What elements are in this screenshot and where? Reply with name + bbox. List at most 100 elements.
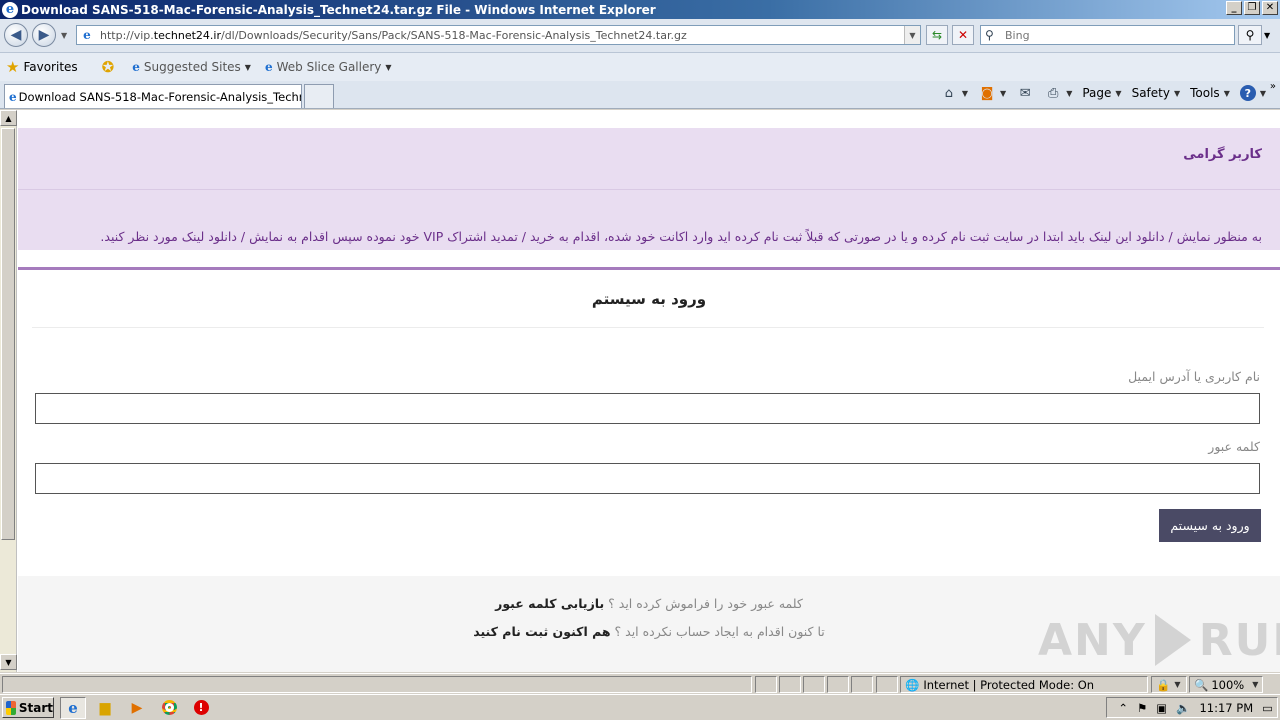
page-favicon-icon: e — [83, 28, 91, 42]
taskbar-ie-button[interactable]: e — [60, 696, 86, 719]
ie-icon: e — [68, 698, 78, 717]
chevron-down-icon: ▼ — [1173, 88, 1181, 98]
address-dropdown-icon[interactable]: ▼ — [904, 26, 920, 44]
search-button[interactable]: ⚲ — [1238, 25, 1262, 45]
navigation-bar: ◀ ▶ ▼ e http://vip. technet24.ir/dl/Downl… — [0, 19, 1280, 53]
minimize-button[interactable]: _ — [1226, 1, 1242, 15]
username-input[interactable] — [35, 393, 1260, 424]
notice-divider — [18, 189, 1280, 190]
password-label: کلمه عبور — [1208, 439, 1260, 454]
restore-button[interactable]: ❐ — [1244, 1, 1260, 15]
help-menu[interactable]: ? ▼ — [1239, 85, 1266, 101]
vertical-scrollbar[interactable]: ▲ ▼ — [0, 110, 17, 672]
taskbar-explorer-button[interactable]: ▆ — [92, 697, 118, 719]
feeds-button[interactable]: ◙ ▼ — [978, 85, 1006, 101]
password-input[interactable] — [35, 463, 1260, 494]
chevron-down-icon: ▼ — [1066, 88, 1073, 98]
chevron-down-icon: ▼ — [1000, 88, 1007, 98]
taskbar-chrome-button[interactable] — [156, 697, 182, 719]
forgot-password-link[interactable]: بازیابی کلمه عبور — [495, 596, 604, 611]
login-submit-button[interactable]: ورود به سیستم — [1159, 509, 1261, 542]
search-box[interactable]: ⚲ — [980, 25, 1235, 45]
flag-icon[interactable]: ⚑ — [1137, 701, 1147, 715]
address-path: /dl/Downloads/Security/Sans/Pack/SANS-51… — [220, 28, 687, 42]
search-icon: ⚲ — [1245, 28, 1255, 42]
back-button[interactable]: ◀ — [4, 23, 28, 47]
security-zone[interactable]: 🌐 Internet | Protected Mode: On — [900, 676, 1148, 693]
windows-flag-icon — [6, 700, 16, 715]
window-title: Download SANS-518-Mac-Forensic-Analysis_… — [21, 2, 656, 17]
taskbar-stop-button[interactable]: ! — [188, 697, 214, 719]
register-link[interactable]: هم اکنون ثبت نام کنید — [473, 624, 610, 639]
tools-menu-label: Tools — [1190, 86, 1220, 100]
forward-button[interactable]: ▶ — [32, 23, 56, 47]
add-to-favorites-button[interactable]: ✪ — [96, 58, 119, 76]
tools-menu[interactable]: Tools ▼ — [1190, 86, 1230, 100]
tab-active[interactable]: e Download SANS-518-Mac-Forensic-Analysi… — [4, 84, 302, 108]
protected-mode-button[interactable]: 🔒 ▼ — [1151, 676, 1187, 693]
address-bar[interactable]: e http://vip. technet24.ir/dl/Downloads/S… — [76, 25, 921, 45]
stop-button[interactable]: ✕ — [952, 25, 974, 45]
volume-icon[interactable]: 🔈 — [1176, 701, 1190, 715]
favorites-label: Favorites — [23, 60, 78, 74]
status-panel — [803, 676, 825, 693]
status-text — [2, 676, 752, 693]
scroll-up-arrow-icon[interactable]: ▲ — [0, 110, 17, 126]
favorites-star-icon: ★ — [6, 58, 20, 76]
taskbar-media-button[interactable]: ▶ — [124, 697, 150, 719]
watermark-left: ANY — [1038, 614, 1147, 666]
read-mail-button[interactable]: ✉ — [1016, 85, 1034, 101]
web-slice-gallery-link[interactable]: e Web Slice Gallery ▼ — [265, 60, 392, 74]
favorites-button[interactable]: ★ Favorites — [0, 58, 78, 76]
window-titlebar: e Download SANS-518-Mac-Forensic-Analysi… — [0, 0, 1280, 19]
chevron-down-icon: ▼ — [244, 62, 251, 72]
print-button[interactable]: ⎙ ▼ — [1044, 85, 1072, 101]
vip-notice-box: کاربر گرامی به منظور نمایش / دانلود این … — [18, 128, 1280, 250]
chevron-down-icon: ▼ — [1259, 88, 1266, 98]
refresh-button[interactable]: ⇆ — [926, 25, 948, 45]
web-slice-icon: e — [264, 60, 273, 74]
window-controls: _ ❐ ✕ — [1226, 1, 1278, 15]
watermark-right: RUN — [1198, 614, 1280, 666]
login-title-divider — [32, 327, 1264, 328]
show-desktop-icon[interactable]: ▭ — [1262, 701, 1273, 715]
suggested-sites-icon: e — [132, 60, 140, 74]
add-favorites-icon: ✪ — [101, 58, 115, 76]
new-tab-button[interactable] — [304, 84, 334, 108]
clock[interactable]: 11:17 PM — [1199, 701, 1253, 715]
network-icon[interactable]: ▣ — [1156, 701, 1167, 715]
history-dropdown-icon[interactable]: ▼ — [61, 31, 67, 40]
close-button[interactable]: ✕ — [1262, 1, 1278, 15]
tray-expand-icon[interactable]: ⌃ — [1118, 701, 1128, 715]
web-slice-gallery-label: Web Slice Gallery — [276, 60, 382, 74]
favorites-bar: ★ Favorites ✪ e Suggested Sites ▼ e Web … — [0, 53, 1280, 81]
search-input[interactable] — [1005, 28, 1225, 42]
chevron-down-icon: ▼ — [1115, 88, 1122, 98]
home-button[interactable]: ⌂ ▼ — [940, 85, 968, 101]
scroll-thumb[interactable] — [1, 128, 15, 540]
start-button[interactable]: Start — [2, 697, 54, 718]
forgot-password-text: کلمه عبور خود را فراموش کرده اید ؟ — [608, 596, 803, 611]
page-menu-label: Page — [1082, 86, 1112, 100]
scroll-down-arrow-icon[interactable]: ▼ — [0, 654, 17, 670]
zoom-button[interactable]: 🔍 100% ▼ — [1189, 676, 1263, 693]
suggested-sites-link[interactable]: e Suggested Sites ▼ — [132, 60, 251, 74]
safety-menu[interactable]: Safety ▼ — [1132, 86, 1181, 100]
chevron-down-icon: ▼ — [1223, 88, 1230, 98]
status-panel — [876, 676, 898, 693]
tab-favicon-icon: e — [9, 89, 17, 104]
search-options-icon[interactable]: ▼ — [1264, 31, 1270, 40]
status-panel — [779, 676, 801, 693]
home-icon: ⌂ — [944, 85, 954, 101]
page-content: کاربر گرامی به منظور نمایش / دانلود این … — [18, 110, 1280, 672]
login-title: ورود به سیستم — [591, 290, 707, 308]
chevron-more-icon[interactable]: » — [1270, 81, 1276, 92]
chevron-down-icon: ▼ — [1174, 680, 1181, 689]
page-menu[interactable]: Page ▼ — [1082, 86, 1121, 100]
mail-icon: ✉ — [1019, 85, 1031, 101]
taskbar: Start e ▆ ▶ ! ⌃ ⚑ ▣ 🔈 11:17 PM ▭ — [0, 694, 1280, 720]
status-panel — [755, 676, 777, 693]
forgot-password-line: کلمه عبور خود را فراموش کرده اید ؟ بازیا… — [18, 596, 1280, 611]
safety-menu-label: Safety — [1131, 86, 1170, 100]
security-zone-label: Internet | Protected Mode: On — [923, 677, 1095, 692]
